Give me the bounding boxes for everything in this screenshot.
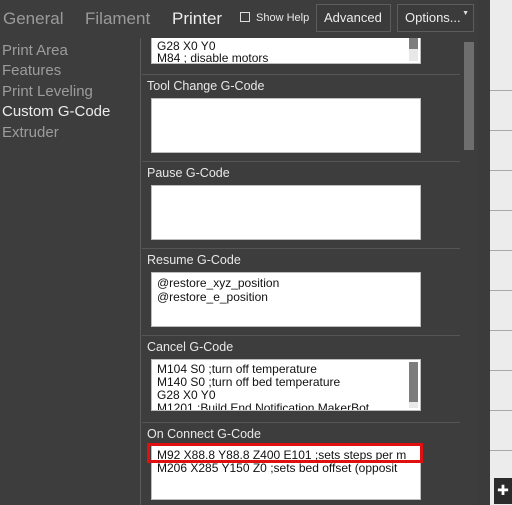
pause-textarea[interactable] — [151, 185, 421, 240]
options-label: Options... — [405, 10, 461, 25]
show-help-checkbox[interactable] — [240, 12, 250, 22]
viewport-edge — [478, 0, 490, 505]
sidebar-item-print-area[interactable]: Print Area — [2, 42, 68, 59]
grid-line — [490, 90, 512, 91]
sidebar-item-extruder[interactable]: Extruder — [2, 124, 59, 141]
gcode-line: M1201 ;Build End Notification MakerBot — [157, 401, 370, 411]
panel-scroll-thumb[interactable] — [464, 42, 474, 150]
pause-section: Pause G-Code — [142, 161, 460, 248]
sidebar-item-features[interactable]: Features — [2, 62, 61, 79]
textarea-scrollbar[interactable] — [409, 38, 418, 61]
grid-line — [490, 170, 512, 171]
textarea-scroll-thumb[interactable] — [409, 362, 418, 402]
gcode-line: M84 ; disable motors — [157, 51, 269, 64]
grid-line — [490, 290, 512, 291]
gcode-line: M206 X285 Y150 Z0 ;sets bed offset (oppo… — [157, 461, 398, 475]
view-control-icon[interactable]: ✚ — [494, 478, 512, 504]
grid-line — [490, 330, 512, 331]
grid-line — [490, 410, 512, 411]
resume-section: Resume G-Code @restore_xyz_position @res… — [142, 248, 460, 335]
textarea-scroll-thumb[interactable] — [409, 38, 418, 49]
mode-dropdown[interactable]: Advanced — [316, 4, 391, 32]
gcode-line: @restore_e_position — [157, 290, 268, 304]
section-title: Resume G-Code — [147, 253, 241, 267]
grid-line — [490, 130, 512, 131]
gcode-line: @restore_xyz_position — [157, 276, 280, 290]
section-title: Tool Change G-Code — [147, 79, 265, 93]
tool-change-section: Tool Change G-Code — [142, 74, 460, 161]
chevron-down-icon: ▼ — [462, 10, 469, 17]
cancel-section: Cancel G-Code M104 S0 ;turn off temperat… — [142, 335, 460, 422]
textarea-scrollbar[interactable] — [409, 362, 418, 408]
custom-gcode-panel: G28 X0 Y0 M84 ; disable motors Tool Chan… — [142, 38, 460, 505]
cancel-textarea[interactable]: M104 S0 ;turn off temperature M140 S0 ;t… — [151, 359, 421, 411]
section-title: Pause G-Code — [147, 166, 230, 180]
tab-filament[interactable]: Filament — [85, 9, 150, 29]
section-title: On Connect G-Code — [147, 427, 261, 441]
grid-line — [490, 210, 512, 211]
tab-general[interactable]: General — [3, 9, 63, 29]
sidebar-divider — [140, 38, 141, 505]
tab-printer[interactable]: Printer — [172, 9, 222, 29]
section-title: Cancel G-Code — [147, 340, 234, 354]
grid-line — [490, 450, 512, 451]
options-button[interactable]: Options... ▼ — [397, 4, 474, 32]
sidebar-item-custom-gcode[interactable]: Custom G-Code — [2, 103, 110, 120]
end-gcode-textarea[interactable]: G28 X0 Y0 M84 ; disable motors — [151, 38, 421, 64]
grid-line — [490, 370, 512, 371]
on-connect-section: On Connect G-Code M92 X88.8 Y88.8 Z400 E… — [142, 422, 460, 505]
sidebar: Print Area Features Print Leveling Custo… — [0, 40, 140, 505]
show-help-label: Show Help — [256, 12, 310, 24]
show-help-toggle[interactable]: Show Help — [240, 12, 309, 24]
top-tab-bar: General Filament Printer Show Help Advan… — [0, 0, 490, 38]
grid-line — [490, 250, 512, 251]
sidebar-item-print-leveling[interactable]: Print Leveling — [2, 83, 93, 100]
highlight-box — [147, 443, 423, 463]
build-plate-grid — [490, 70, 512, 475]
tool-change-textarea[interactable] — [151, 98, 421, 153]
panel-scrollbar[interactable] — [462, 38, 476, 505]
resume-textarea[interactable]: @restore_xyz_position @restore_e_positio… — [151, 272, 421, 327]
